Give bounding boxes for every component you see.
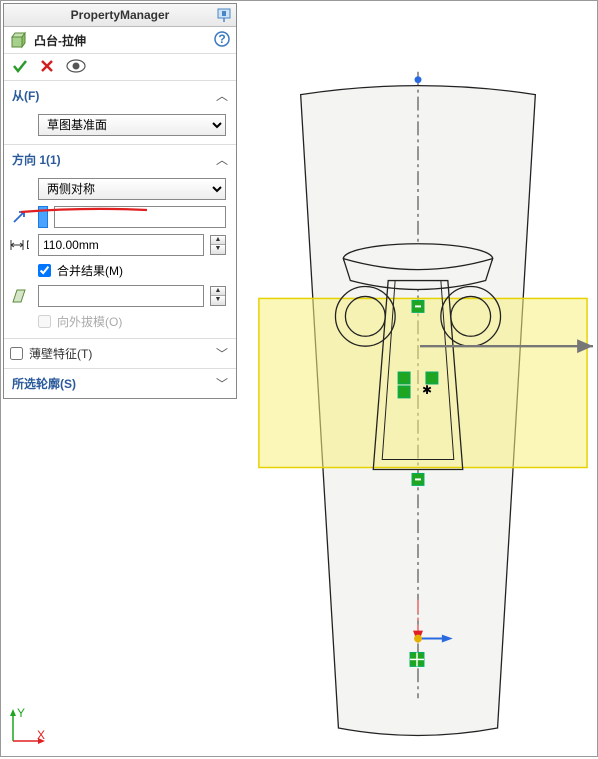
draft-outward-label: 向外拔模(O)	[57, 313, 122, 330]
section-thin-head[interactable]: 薄壁特征(T) ﹀	[4, 339, 236, 368]
section-from-label: 从(F)	[12, 87, 39, 104]
section-from-head[interactable]: 从(F) ︿	[4, 81, 236, 110]
direction-input[interactable]	[59, 210, 221, 224]
section-contours-label: 所选轮廓(S)	[12, 375, 76, 392]
svg-text:✱: ✱	[422, 383, 432, 397]
section-thin-label: 薄壁特征(T)	[29, 345, 92, 362]
panel-header: PropertyManager	[4, 4, 236, 27]
draft-row: ▲▼	[38, 285, 226, 307]
draft-outward-checkbox	[38, 315, 51, 328]
svg-text:?: ?	[218, 32, 225, 46]
section-direction1: 方向 1(1) ︿ 两侧对称 D1 ▲▼ 合并结果(M)	[4, 145, 236, 339]
draft-field[interactable]	[38, 285, 204, 307]
spin-down-icon[interactable]: ▼	[211, 296, 225, 305]
svg-text:Y: Y	[17, 707, 25, 720]
ok-icon[interactable]	[12, 58, 28, 74]
spin-down-icon[interactable]: ▼	[211, 245, 225, 254]
chevron-up-icon: ︿	[216, 151, 228, 168]
view-axes: Y X	[7, 707, 47, 750]
depth-spinner[interactable]: ▲▼	[210, 235, 226, 255]
draft-outward-row: 向外拔模(O)	[38, 313, 226, 330]
section-thin: 薄壁特征(T) ﹀	[4, 339, 236, 369]
reverse-direction-icon[interactable]	[10, 208, 28, 226]
thin-feature-checkbox[interactable]	[10, 347, 23, 360]
svg-text:D1: D1	[26, 238, 29, 252]
pushpin-icon[interactable]	[216, 7, 232, 23]
dir1-end-condition-select[interactable]: 两侧对称	[38, 178, 226, 200]
draft-spinner[interactable]: ▲▼	[210, 286, 226, 306]
action-row	[4, 54, 236, 81]
property-manager-panel: PropertyManager 凸台-拉伸 ? 从(F) ︿ 草图基准面 方向 …	[3, 3, 237, 399]
section-contours: 所选轮廓(S) ﹀	[4, 369, 236, 398]
depth-dimension-icon: D1	[9, 236, 29, 254]
spin-up-icon[interactable]: ▲	[211, 287, 225, 296]
section-dir1-label: 方向 1(1)	[12, 151, 61, 168]
cancel-icon[interactable]	[40, 59, 54, 73]
section-contours-head[interactable]: 所选轮廓(S) ﹀	[4, 369, 236, 398]
merge-checkbox[interactable]	[38, 264, 51, 277]
depth-row: D1 ▲▼	[38, 234, 226, 256]
section-dir1-head[interactable]: 方向 1(1) ︿	[4, 145, 236, 174]
3d-viewport[interactable]: ✱	[239, 1, 597, 756]
feature-name: 凸台-拉伸	[34, 32, 86, 49]
svg-text:X: X	[37, 728, 45, 742]
section-from: 从(F) ︿ 草图基准面	[4, 81, 236, 145]
depth-input[interactable]	[43, 238, 199, 252]
preview-icon[interactable]	[66, 59, 86, 73]
panel-title: PropertyManager	[71, 8, 170, 22]
help-icon[interactable]: ?	[214, 31, 230, 47]
merge-label: 合并结果(M)	[57, 262, 123, 279]
merge-row: 合并结果(M)	[38, 262, 226, 279]
from-select[interactable]: 草图基准面	[38, 114, 226, 136]
selected-direction-chip[interactable]	[38, 206, 48, 228]
direction-field[interactable]	[54, 206, 226, 228]
direction-vector-row	[38, 206, 226, 228]
chevron-down-icon: ﹀	[216, 345, 228, 362]
chevron-down-icon: ﹀	[216, 375, 228, 392]
feature-title-row: 凸台-拉伸 ?	[4, 27, 236, 54]
spin-up-icon[interactable]: ▲	[211, 236, 225, 245]
extrude-boss-icon	[10, 31, 28, 49]
depth-field[interactable]	[38, 234, 204, 256]
draft-input[interactable]	[43, 289, 199, 303]
chevron-up-icon: ︿	[216, 87, 228, 104]
draft-icon[interactable]	[9, 286, 29, 306]
